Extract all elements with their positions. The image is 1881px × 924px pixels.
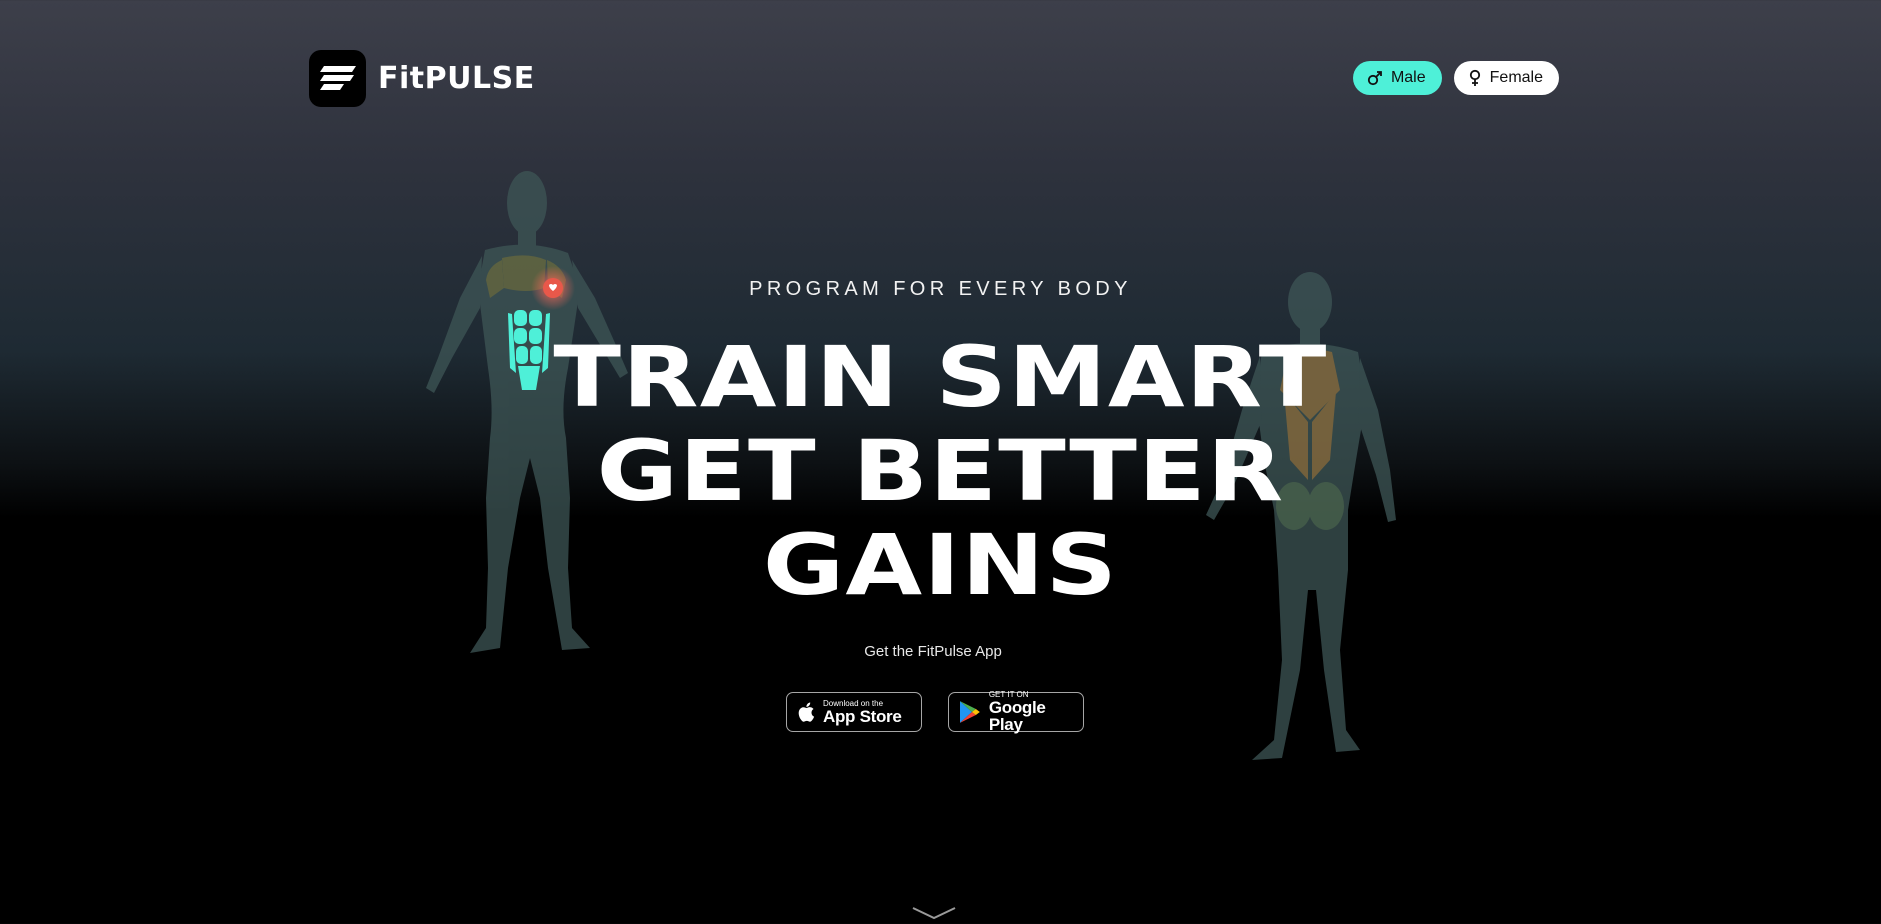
google-play-button[interactable]: GET IT ON Google Play [948,691,1084,734]
gender-toggle: Male Female [1352,61,1559,95]
logo-text: FitPULSE [378,60,535,96]
site-header: FitPULSE Male Female [309,49,1559,107]
google-play-icon [959,701,980,723]
app-store-button[interactable]: Download on the App Store [786,692,922,732]
app-store-big-text: App Store [823,706,902,726]
hero-headline: TRAIN SMART GET BETTER GAINS [0,330,1881,612]
female-icon [1469,69,1480,86]
male-icon [1367,71,1382,86]
male-label: Male [1390,69,1426,86]
landing-page: FitPULSE Male Female PROGRAM FOR EVERY B… [0,0,1881,924]
apple-icon [798,702,815,722]
app-cta-label: Get the FitPulse App [864,643,1002,660]
chevron-down-icon[interactable] [911,906,957,922]
logo-mark-icon [309,49,366,107]
headline-line-3: GAINS [762,516,1119,614]
female-label: Female [1489,69,1543,86]
google-play-big-text: Google Play [988,698,1046,734]
store-buttons: Download on the App Store GET IT ON Goog… [786,691,1084,734]
hero-eyebrow: PROGRAM FOR EVERY BODY [749,278,1132,300]
headline-line-2: GET BETTER [596,422,1285,520]
headline-line-1: TRAIN SMART [553,328,1328,426]
female-button[interactable]: Female [1453,61,1559,95]
logo[interactable]: FitPULSE [309,49,535,107]
male-button[interactable]: Male [1352,61,1442,95]
